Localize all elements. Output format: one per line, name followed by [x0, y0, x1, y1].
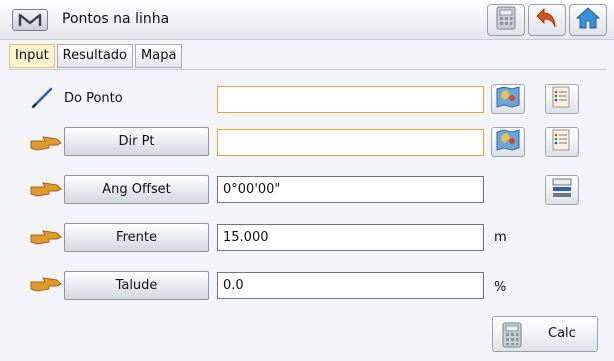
m-logo-icon[interactable]	[12, 9, 48, 31]
back-arrow-icon	[535, 6, 559, 34]
home-button[interactable]	[569, 4, 607, 36]
dir-pt-field[interactable]	[217, 129, 484, 156]
point-list-icon	[551, 86, 573, 112]
map-icon	[496, 86, 520, 112]
pencil-icon	[29, 87, 63, 109]
back-button[interactable]	[528, 4, 566, 36]
slope-button[interactable]: Talude	[64, 271, 209, 300]
calc-label: Calc	[548, 326, 576, 341]
pointing-hand-icon	[29, 179, 63, 201]
map-pick-button-1[interactable]	[491, 84, 525, 114]
tab-mapa[interactable]: Mapa	[135, 44, 183, 68]
keyboard-icon	[551, 177, 573, 203]
window-title: Pontos na linha	[62, 11, 170, 27]
slope-unit: %	[494, 280, 507, 295]
point-list-button-2[interactable]	[545, 127, 579, 157]
ang-offset-field[interactable]	[217, 176, 484, 203]
tab-bar: Input Resultado Mapa	[9, 44, 183, 68]
point-list-button-1[interactable]	[545, 84, 579, 114]
front-unit: m	[494, 230, 507, 245]
calculator-icon	[501, 322, 523, 352]
tab-resultado[interactable]: Resultado	[56, 44, 134, 68]
pointing-hand-icon	[29, 227, 63, 249]
front-field[interactable]	[217, 224, 484, 251]
calculator-icon	[495, 6, 517, 34]
from-point-field[interactable]	[217, 86, 484, 113]
pointing-hand-icon	[29, 133, 63, 155]
title-bar: Pontos na linha	[0, 0, 614, 40]
home-icon	[575, 6, 601, 34]
ang-offset-button[interactable]: Ang Offset	[64, 175, 209, 204]
map-icon	[496, 129, 520, 155]
tab-input[interactable]: Input	[9, 44, 55, 68]
slope-field[interactable]	[217, 272, 484, 299]
calculator-button[interactable]	[487, 4, 525, 36]
point-list-icon	[551, 129, 573, 155]
pointing-hand-icon	[29, 274, 63, 296]
angle-input-button[interactable]	[545, 175, 579, 205]
calc-button[interactable]: Calc	[492, 316, 598, 352]
dir-pt-button[interactable]: Dir Pt	[64, 127, 209, 156]
map-pick-button-2[interactable]	[491, 127, 525, 157]
from-point-label: Do Ponto	[64, 91, 123, 106]
front-button[interactable]: Frente	[64, 223, 209, 252]
